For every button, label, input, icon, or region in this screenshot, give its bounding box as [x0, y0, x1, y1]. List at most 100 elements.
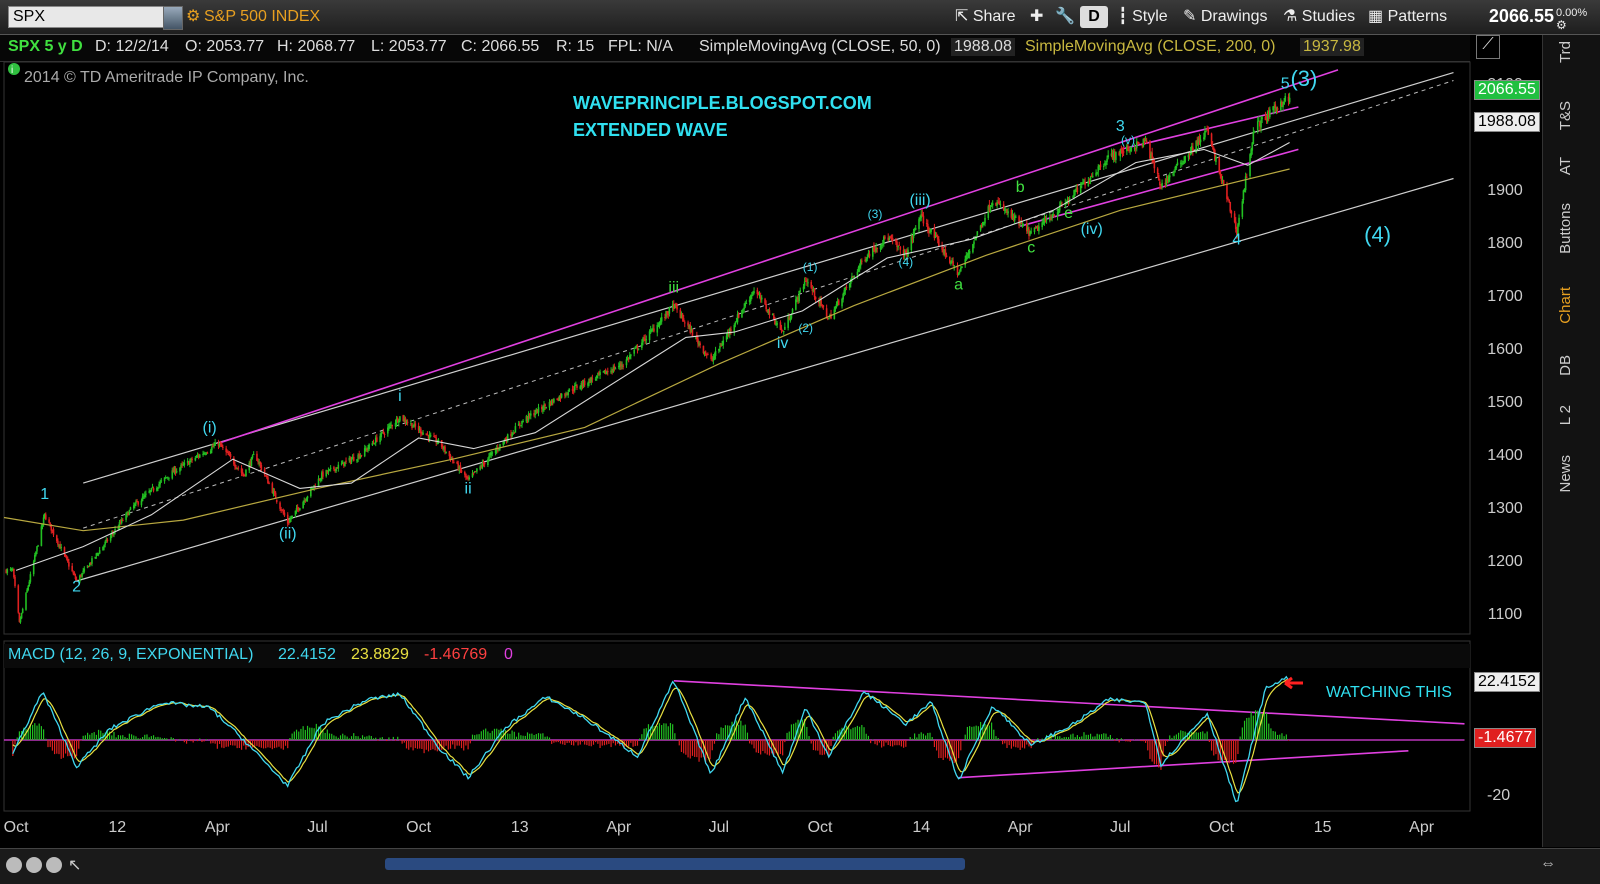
- candle-body: [160, 480, 163, 482]
- candle-body: [48, 519, 50, 523]
- candle-body: [1220, 174, 1223, 182]
- candle-body: [1079, 185, 1082, 193]
- candle-body: [383, 433, 386, 435]
- candle-body: [267, 477, 269, 484]
- candle-body: [1130, 147, 1133, 151]
- candle-body: [337, 464, 340, 469]
- wave-label: (iii): [909, 192, 930, 209]
- candle-body: [1175, 165, 1178, 169]
- candle-body: [922, 215, 925, 224]
- candle-body: [1115, 152, 1117, 160]
- candle-body: [594, 378, 597, 380]
- candle-body: [710, 354, 712, 359]
- tab-time-and-sales[interactable]: T&S: [1557, 101, 1574, 130]
- candle-body: [599, 372, 601, 375]
- candle-body: [828, 318, 830, 320]
- candle-body: [1215, 156, 1217, 163]
- expand-icon[interactable]: ⇔: [1540, 855, 1556, 873]
- x-tick-label: Oct: [406, 819, 431, 836]
- candle-body: [344, 461, 346, 467]
- candle-body: [37, 545, 39, 547]
- candle-body: [373, 443, 376, 445]
- candle-body: [440, 440, 443, 448]
- candle-body: [1127, 147, 1129, 150]
- zoom-out-icon[interactable]: [46, 857, 62, 873]
- candle-body: [637, 348, 640, 350]
- candle-body: [328, 468, 331, 470]
- candle-body: [813, 288, 816, 297]
- candle-body: [814, 297, 817, 300]
- candle-body: [174, 468, 177, 474]
- tab-active-trader[interactable]: AT: [1557, 157, 1574, 175]
- tab-trd[interactable]: Trd: [1557, 41, 1574, 63]
- candle-body: [806, 280, 808, 282]
- candle-body: [545, 407, 547, 409]
- candle-body: [718, 348, 720, 351]
- candle-body: [945, 255, 948, 258]
- zoom-in-icon[interactable]: [6, 857, 22, 873]
- candle-body: [468, 477, 471, 480]
- candle-body: [198, 454, 201, 458]
- candle-body: [220, 443, 223, 447]
- candle-body: [868, 253, 871, 257]
- candle-body: [27, 586, 29, 590]
- candle-body: [938, 239, 940, 247]
- candle-body: [1002, 204, 1005, 211]
- candle-body: [771, 314, 774, 316]
- tab-buttons[interactable]: Buttons: [1557, 203, 1574, 254]
- candle-body: [1256, 121, 1259, 130]
- tab-news[interactable]: News: [1557, 455, 1574, 493]
- candle-body: [137, 501, 139, 505]
- candle-body: [1152, 160, 1155, 162]
- tab-db[interactable]: DB: [1557, 355, 1574, 376]
- candle-body: [444, 446, 446, 452]
- candle-body: [1184, 156, 1186, 163]
- candle-body: [145, 493, 147, 495]
- candle-body: [625, 359, 628, 366]
- candle-body: [650, 329, 653, 331]
- macd-avg-value: 23.8829: [351, 646, 409, 663]
- info-dot-icon[interactable]: [8, 63, 20, 75]
- horizontal-scrollbar[interactable]: [385, 858, 965, 870]
- candle-body: [222, 446, 224, 448]
- cursor-icon[interactable]: ↖: [68, 855, 81, 875]
- candle-body: [1276, 108, 1279, 110]
- candle-body: [544, 404, 546, 407]
- candle-body: [1096, 172, 1098, 174]
- zoom-reset-icon[interactable]: [26, 857, 42, 873]
- tab-chart[interactable]: Chart: [1557, 287, 1574, 324]
- candle-body: [853, 275, 855, 278]
- candle-body: [98, 550, 101, 554]
- candle-body: [225, 448, 227, 452]
- candle-body: [529, 413, 532, 416]
- candle-body: [471, 473, 474, 478]
- candle-body: [299, 508, 301, 511]
- candle-body: [1014, 216, 1017, 218]
- candle-body: [1229, 201, 1232, 212]
- wave-label: b: [1016, 179, 1025, 196]
- macd-pane: [4, 675, 1465, 803]
- candle-body: [1145, 140, 1148, 144]
- candle-body: [667, 314, 670, 316]
- channel-mid-line: [83, 80, 1454, 529]
- wave-label: c: [1027, 240, 1035, 257]
- candle-body: [757, 292, 760, 295]
- candle-body: [134, 503, 136, 507]
- candle-body: [382, 431, 385, 434]
- price-pane: 12(i)(ii)iiiiiiiv(1)(2)(3)(4)(iii)abce(i…: [3, 66, 1454, 624]
- subtitle-annotation: EXTENDED WAVE: [573, 120, 728, 140]
- candle-body: [1045, 219, 1048, 221]
- candle-body: [1051, 217, 1053, 219]
- candle-body: [257, 460, 259, 463]
- candle-body: [1269, 109, 1271, 118]
- candle-body: [329, 467, 332, 469]
- candle-body: [150, 488, 153, 492]
- candle-body: [648, 331, 651, 341]
- candle-body: [751, 294, 753, 296]
- candle-body: [991, 203, 994, 206]
- candle-body: [94, 556, 97, 559]
- candle-body: [957, 273, 960, 276]
- tab-level-2[interactable]: L 2: [1557, 405, 1574, 425]
- candle-body: [990, 205, 993, 207]
- candle-body: [522, 420, 524, 422]
